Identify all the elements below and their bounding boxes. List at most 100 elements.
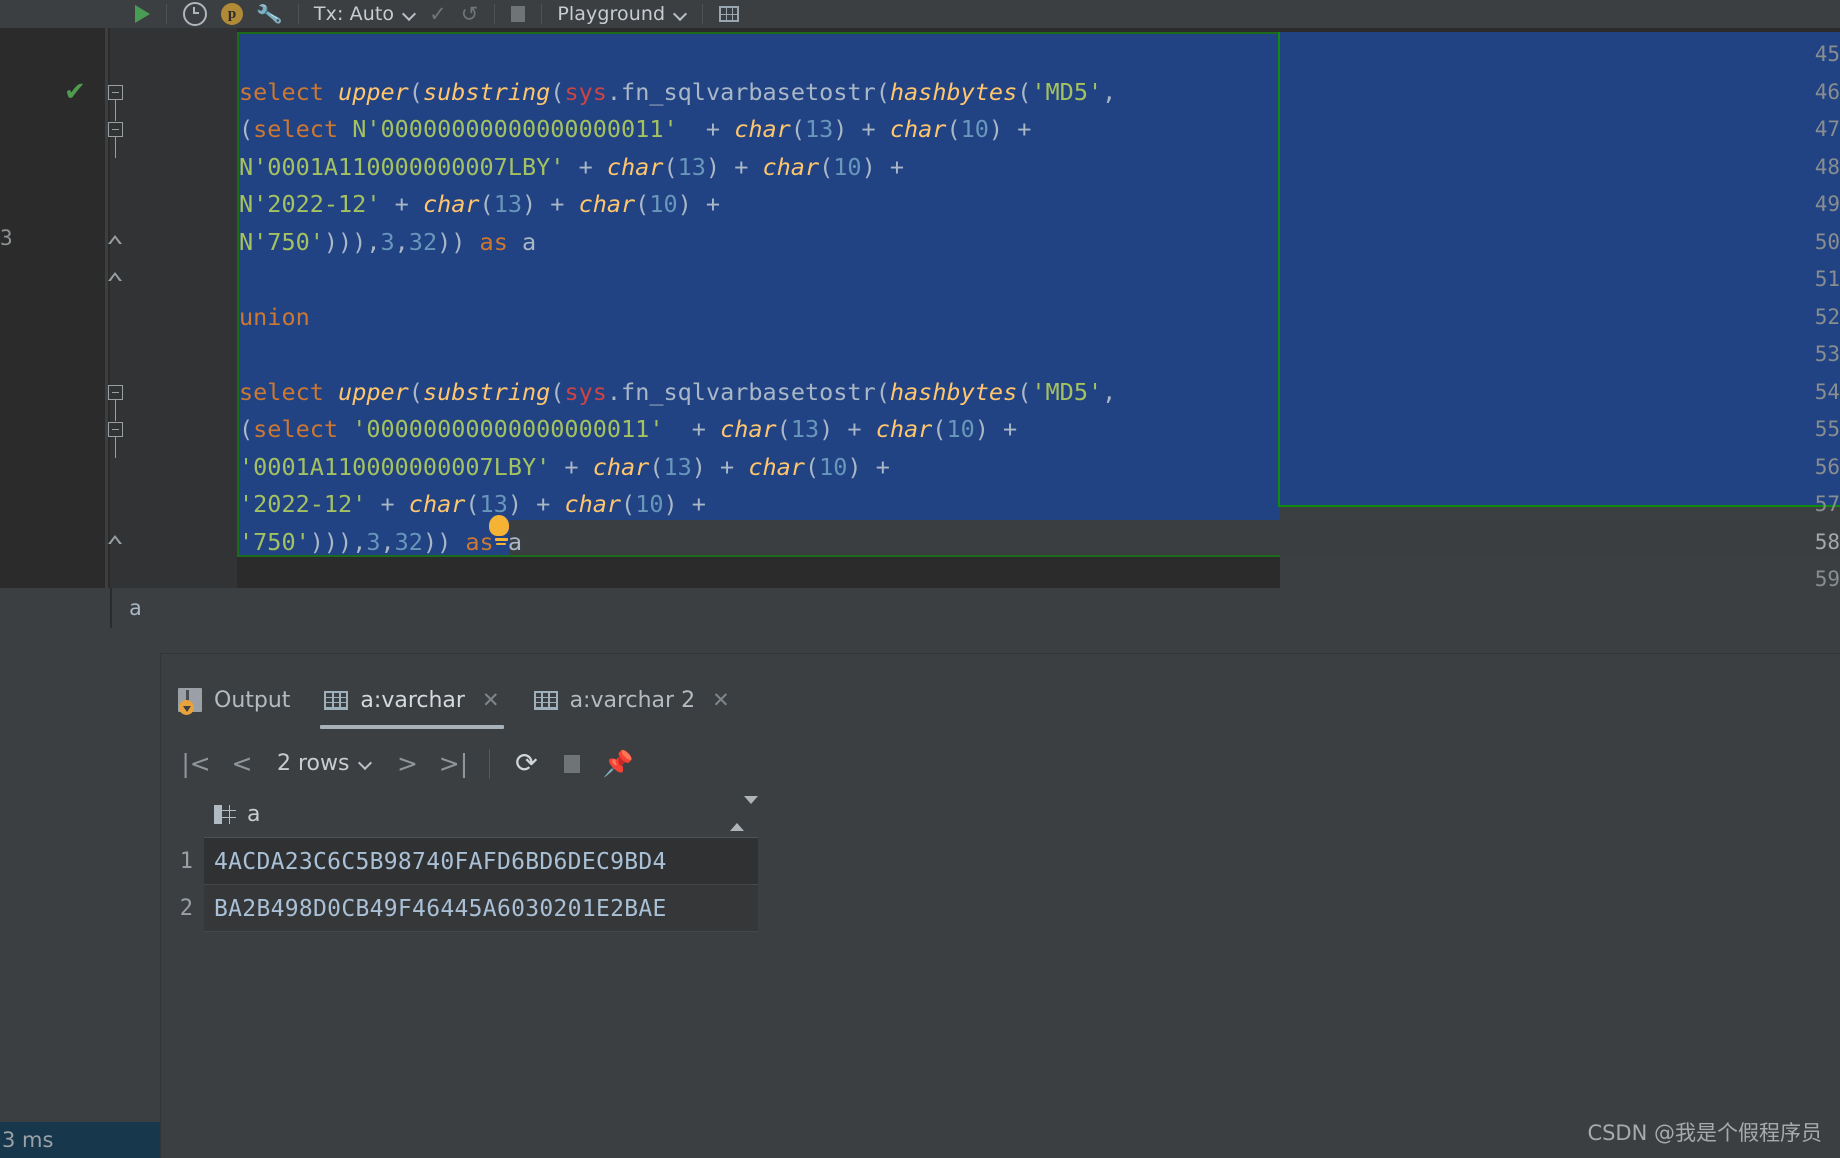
selection-border-top bbox=[237, 32, 1280, 34]
pin-icon: 📌 bbox=[602, 748, 635, 778]
status-divider bbox=[110, 588, 112, 628]
code-token: 13 bbox=[493, 190, 522, 218]
line-number: 49 bbox=[1814, 192, 1840, 216]
code-token: 3 bbox=[380, 227, 395, 256]
code-token: char bbox=[578, 190, 636, 218]
code-token: ( bbox=[465, 490, 480, 518]
code-token: , bbox=[1102, 77, 1117, 106]
code-canvas[interactable]: select upper(substring(sys.fn_sqlvarbase… bbox=[237, 28, 1840, 588]
result-grid[interactable]: a 1 4ACDA23C6C5B98740FAFD6BD6DEC9BD4 2 BA2B… bbox=[161, 791, 1840, 1158]
stop-button[interactable] bbox=[504, 0, 532, 28]
next-page-button[interactable]: > bbox=[384, 741, 430, 787]
row-count-dropdown[interactable]: 2 rows bbox=[265, 741, 384, 787]
selection-border-step bbox=[1278, 505, 1840, 507]
code-token: a bbox=[522, 227, 537, 256]
refresh-button[interactable]: ⟳ bbox=[503, 741, 549, 787]
stop-icon bbox=[564, 754, 581, 773]
code-token: upper bbox=[338, 377, 409, 406]
code-token: ) + bbox=[847, 452, 890, 481]
prev-page-button[interactable]: < bbox=[219, 741, 265, 787]
code-line: select upper(substring(sys.fn_sqlvarbase… bbox=[239, 374, 1116, 412]
stop-loading-button[interactable] bbox=[549, 741, 595, 787]
code-token: ))), bbox=[323, 227, 381, 256]
code-token: char bbox=[564, 490, 622, 518]
code-token: 'MD5' bbox=[1031, 377, 1103, 406]
transaction-mode-dropdown[interactable]: Tx: Auto bbox=[308, 0, 422, 28]
table-cell[interactable]: BA2B498D0CB49F46445A6030201E2BAE bbox=[204, 885, 758, 932]
code-token: 10 bbox=[960, 115, 989, 143]
code-token: .fn_sqlvarbasetostr bbox=[606, 77, 876, 106]
table-row[interactable]: 1 4ACDA23C6C5B98740FAFD6BD6DEC9BD4 bbox=[161, 838, 758, 885]
code-token: + bbox=[366, 490, 409, 518]
last-page-button[interactable]: >| bbox=[430, 741, 476, 787]
fold-collapse-handle[interactable] bbox=[108, 384, 125, 421]
code-token: N'00000000000000000011' bbox=[352, 115, 678, 143]
code-token: char bbox=[720, 415, 777, 443]
code-token: as bbox=[479, 227, 522, 256]
gutter-edge bbox=[108, 28, 110, 588]
code-token: '750' bbox=[239, 527, 310, 556]
settings-button[interactable]: 🔧 bbox=[250, 0, 289, 28]
line-number: 46 bbox=[1814, 79, 1840, 104]
stop-icon bbox=[511, 6, 526, 22]
execution-time-label: 3 ms bbox=[2, 1128, 54, 1152]
sql-editor[interactable]: 3 select upper(substring(sys.fn_sqlvarba… bbox=[0, 28, 1840, 588]
code-token: N'750' bbox=[239, 227, 324, 256]
code-line: N'750'))),3,32)) as a bbox=[239, 224, 536, 262]
execution-time-notification[interactable]: 3 ms bbox=[0, 1122, 160, 1158]
p-badge-icon: p bbox=[221, 3, 243, 25]
table-row[interactable]: 2 BA2B498D0CB49F46445A6030201E2BAE bbox=[161, 885, 758, 932]
code-token: ) + bbox=[819, 415, 876, 443]
result-grid-toolbar[interactable]: |< < 2 rows > >| ⟳ 📌 bbox=[161, 736, 641, 791]
code-token: ))), bbox=[309, 527, 367, 556]
chevron-down-icon bbox=[359, 757, 372, 770]
open-in-grid-button[interactable] bbox=[712, 0, 746, 28]
line-number: 47 bbox=[1814, 117, 1840, 141]
code-token: select bbox=[239, 77, 339, 106]
clipped-line-number: 3 bbox=[0, 226, 13, 250]
current-line-highlight bbox=[510, 520, 1840, 557]
code-line: '750'))),3,32)) as a bbox=[239, 524, 522, 562]
code-token: char bbox=[762, 152, 820, 181]
first-page-button[interactable]: |< bbox=[173, 741, 219, 787]
grid-column-header[interactable]: a bbox=[204, 791, 758, 838]
code-token: ( bbox=[875, 377, 890, 406]
output-icon bbox=[178, 688, 202, 715]
toolbar-divider bbox=[702, 4, 704, 24]
sort-toggle-icon[interactable] bbox=[730, 796, 758, 831]
pin-tab-button[interactable]: 📌 bbox=[595, 741, 641, 787]
fold-collapse-handle[interactable] bbox=[108, 84, 125, 121]
fold-end-handle[interactable] bbox=[108, 234, 125, 252]
code-token: substring bbox=[422, 77, 551, 106]
fold-collapse-handle[interactable] bbox=[108, 422, 125, 458]
code-token: ( bbox=[804, 452, 820, 481]
result-tab[interactable]: Output bbox=[161, 671, 307, 729]
code-token: char bbox=[592, 452, 650, 481]
code-token: ) + bbox=[705, 152, 763, 181]
fold-collapse-handle[interactable] bbox=[108, 122, 125, 158]
profile-button[interactable]: p bbox=[214, 0, 250, 28]
prev-page-icon: < bbox=[231, 749, 253, 778]
result-tab[interactable]: a:varchar 2 ✕ bbox=[517, 671, 747, 729]
code-token: 32 bbox=[408, 227, 438, 256]
toolbar-divider bbox=[541, 4, 543, 24]
result-column-hint: a bbox=[129, 596, 142, 620]
schema-selector-dropdown[interactable]: Playground bbox=[551, 0, 693, 28]
rollback-button[interactable]: ↺ bbox=[454, 0, 486, 28]
table-cell[interactable]: 4ACDA23C6C5B98740FAFD6BD6DEC9BD4 bbox=[204, 838, 758, 885]
run-query-button[interactable] bbox=[128, 0, 157, 28]
editor-gutter[interactable] bbox=[110, 28, 237, 588]
close-icon[interactable]: ✕ bbox=[712, 688, 730, 712]
commit-button[interactable]: ✓ bbox=[422, 0, 454, 28]
query-history-button[interactable] bbox=[176, 0, 214, 28]
fold-end-handle[interactable] bbox=[108, 272, 125, 289]
toolbar-divider bbox=[494, 4, 496, 24]
code-token: ( bbox=[776, 415, 791, 443]
result-tab[interactable]: a:varchar ✕ bbox=[307, 671, 516, 729]
close-icon[interactable]: ✕ bbox=[482, 688, 500, 712]
code-token: ( bbox=[819, 152, 834, 181]
code-token: + bbox=[564, 152, 607, 181]
fold-end-handle[interactable] bbox=[108, 534, 125, 552]
intention-bulb-icon[interactable] bbox=[489, 515, 513, 547]
result-tabs[interactable]: Output a:varchar ✕ a:varchar 2 ✕ bbox=[161, 671, 747, 729]
